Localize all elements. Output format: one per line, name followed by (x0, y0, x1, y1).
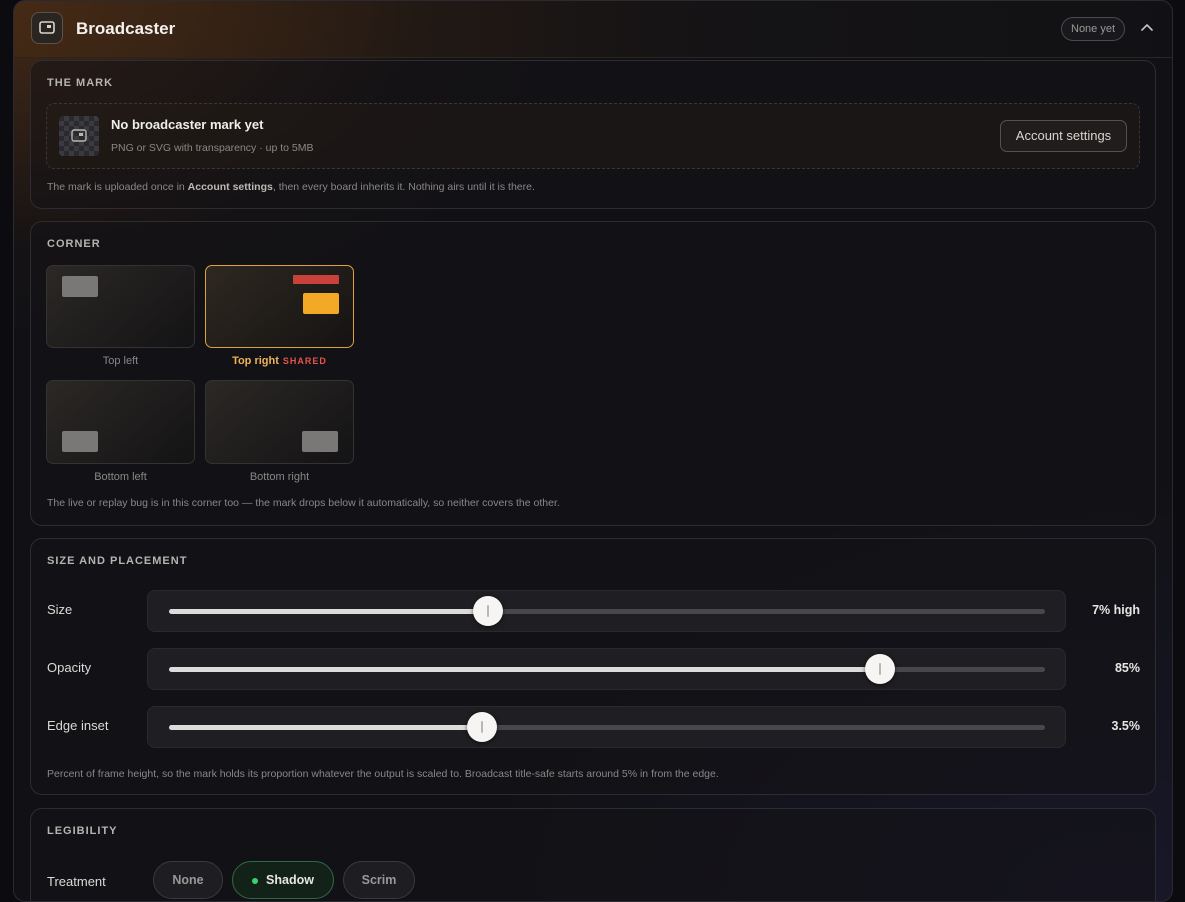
mark-preview (59, 116, 99, 156)
chevron-up-icon[interactable] (1139, 20, 1155, 36)
mark-position-preview (62, 431, 98, 452)
account-settings-link: Account settings (187, 181, 273, 193)
mark-position-preview (303, 293, 339, 314)
slider-track[interactable] (169, 596, 1045, 626)
status-badge: None yet (1061, 17, 1126, 41)
treatment-shadow-button[interactable]: Shadow (232, 861, 334, 899)
section-title: SIZE AND PLACEMENT (47, 555, 188, 567)
mark-note: The mark is uploaded once in Account set… (47, 181, 535, 193)
corner-note: The live or replay bug is in this corner… (47, 497, 560, 509)
slider-thumb[interactable] (466, 712, 497, 742)
note-text: , then every board inherits it. Nothing … (272, 181, 535, 193)
corner-option-top-right[interactable] (205, 265, 354, 348)
panel-title: Broadcaster (76, 19, 176, 38)
edge-inset-value: 3.5% (1111, 719, 1141, 733)
active-dot-icon (252, 877, 259, 884)
corner-option-top-left[interactable] (46, 265, 195, 348)
treatment-none-button[interactable]: None (153, 861, 223, 899)
slider-label-size: Size (47, 602, 73, 617)
slider-fill (169, 725, 482, 730)
broadcaster-panel: Broadcaster None yet THE MARK No broadca… (13, 0, 1173, 902)
corner-section: CORNER Top left Top right SHARED Bottom l… (30, 221, 1156, 526)
slider-fill (169, 609, 488, 614)
opacity-value: 85% (1114, 661, 1140, 675)
slider-label-opacity: Opacity (47, 660, 92, 675)
mark-requirements: PNG or SVG with transparency · up to 5MB (111, 142, 314, 154)
legibility-section: LEGIBILITY Treatment None Shadow Scrim (30, 808, 1156, 901)
treatment-scrim-button[interactable]: Scrim (343, 861, 415, 899)
slider-track[interactable] (169, 712, 1045, 742)
section-title: THE MARK (47, 77, 114, 89)
slider-fill (169, 667, 881, 672)
size-note: Percent of frame height, so the mark hol… (47, 768, 719, 780)
mark-empty-title: No broadcaster mark yet (111, 117, 264, 132)
slider-track[interactable] (169, 654, 1045, 684)
live-bug-preview (293, 275, 339, 284)
account-settings-button[interactable]: Account settings (1000, 120, 1127, 152)
broadcaster-icon (31, 12, 63, 44)
pill-label: Shadow (266, 873, 314, 887)
mark-section: THE MARK No broadcaster mark yet PNG or … (30, 60, 1156, 209)
corner-label: Top left (102, 355, 139, 367)
mark-position-preview (302, 431, 338, 452)
slider-thumb[interactable] (472, 596, 503, 626)
mark-position-preview (62, 276, 98, 297)
panel-header[interactable]: Broadcaster None yet (14, 1, 1172, 58)
slider-label-edge-inset: Edge inset (47, 718, 109, 733)
size-section: SIZE AND PLACEMENT Size 7% high Opacity … (30, 538, 1156, 795)
opacity-slider[interactable] (147, 648, 1066, 690)
corner-label-selected: Top right SHARED (205, 355, 354, 367)
note-text: The mark is uploaded once in (47, 181, 188, 193)
corner-label: Bottom right (249, 471, 310, 483)
edge-inset-slider[interactable] (147, 706, 1066, 748)
shared-tag: SHARED (282, 356, 327, 366)
slider-thumb[interactable] (865, 654, 896, 684)
section-title: CORNER (47, 238, 101, 250)
size-slider[interactable] (147, 590, 1066, 632)
corner-label: Bottom left (94, 471, 147, 483)
corner-option-bottom-left[interactable] (46, 380, 195, 464)
section-title: LEGIBILITY (47, 825, 118, 837)
mark-dropzone: No broadcaster mark yet PNG or SVG with … (46, 103, 1140, 169)
corner-option-bottom-right[interactable] (205, 380, 354, 464)
image-placeholder-icon (71, 129, 87, 142)
size-value: 7% high (1092, 603, 1140, 617)
corner-label: Top right (232, 355, 279, 367)
